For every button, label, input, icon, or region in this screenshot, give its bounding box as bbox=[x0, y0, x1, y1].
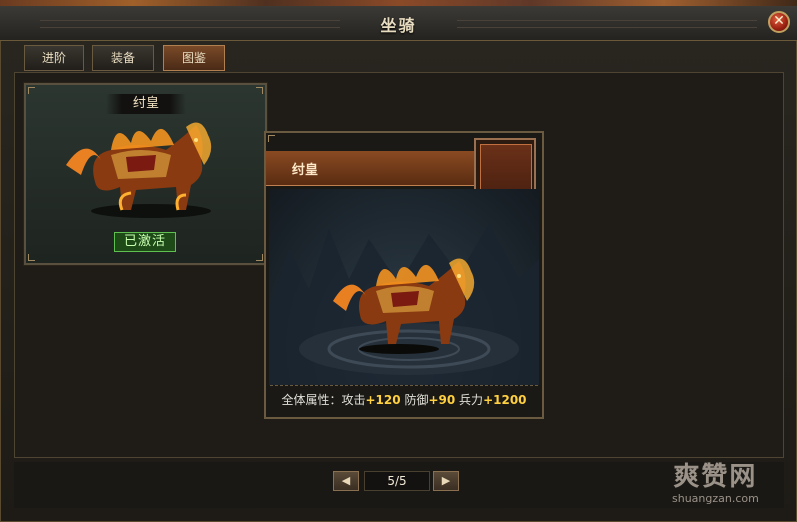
mount-scene-image bbox=[269, 189, 539, 385]
next-page-button[interactable]: ▶ bbox=[433, 471, 459, 491]
watermark: 爽赞网 shuangzan.com bbox=[672, 462, 759, 505]
corner-ornament bbox=[268, 135, 275, 142]
title-bar: 坐骑 bbox=[0, 6, 797, 41]
troops-label: 兵力 bbox=[459, 393, 484, 407]
page-indicator: 5/5 bbox=[364, 471, 430, 491]
troops-value: +1200 bbox=[483, 393, 527, 407]
mount-tooltip: 纣皇 全体属性：攻击+120 防御+90 兵力+1200 bbox=[264, 131, 544, 419]
tooltip-divider bbox=[270, 385, 538, 386]
corner-ornament bbox=[28, 254, 35, 261]
corner-ornament bbox=[28, 87, 35, 94]
attack-label: 攻击 bbox=[341, 393, 366, 407]
attack-value: +120 bbox=[365, 393, 401, 407]
tab-advance[interactable]: 进阶 bbox=[24, 45, 84, 71]
mount-card[interactable]: 纣皇 已激活 bbox=[23, 82, 268, 266]
fire-horse-image bbox=[56, 115, 236, 225]
arrow-left-icon: ◀ bbox=[341, 474, 351, 487]
mount-card-name: 纣皇 bbox=[106, 94, 186, 114]
arrow-right-icon: ▶ bbox=[441, 474, 451, 487]
watermark-logo-text: 爽赞网 bbox=[673, 462, 758, 492]
tooltip-header: 纣皇 bbox=[266, 151, 474, 186]
activated-badge: 已激活 bbox=[114, 232, 176, 252]
watermark-url: shuangzan.com bbox=[672, 492, 759, 505]
tooltip-stats: 全体属性：攻击+120 防御+90 兵力+1200 bbox=[266, 391, 542, 408]
close-icon[interactable]: ✕ bbox=[768, 11, 790, 33]
defense-value: +90 bbox=[428, 393, 456, 407]
stats-label: 全体属性： bbox=[281, 393, 342, 407]
tooltip-mount-name: 纣皇 bbox=[292, 163, 319, 178]
corner-ornament bbox=[256, 254, 263, 261]
tab-collection[interactable]: 图鉴 bbox=[163, 45, 225, 71]
defense-label: 防御 bbox=[404, 393, 429, 407]
window-title: 坐骑 bbox=[380, 16, 417, 35]
tab-equipment[interactable]: 装备 bbox=[92, 45, 154, 71]
corner-ornament bbox=[256, 87, 263, 94]
prev-page-button[interactable]: ◀ bbox=[333, 471, 359, 491]
